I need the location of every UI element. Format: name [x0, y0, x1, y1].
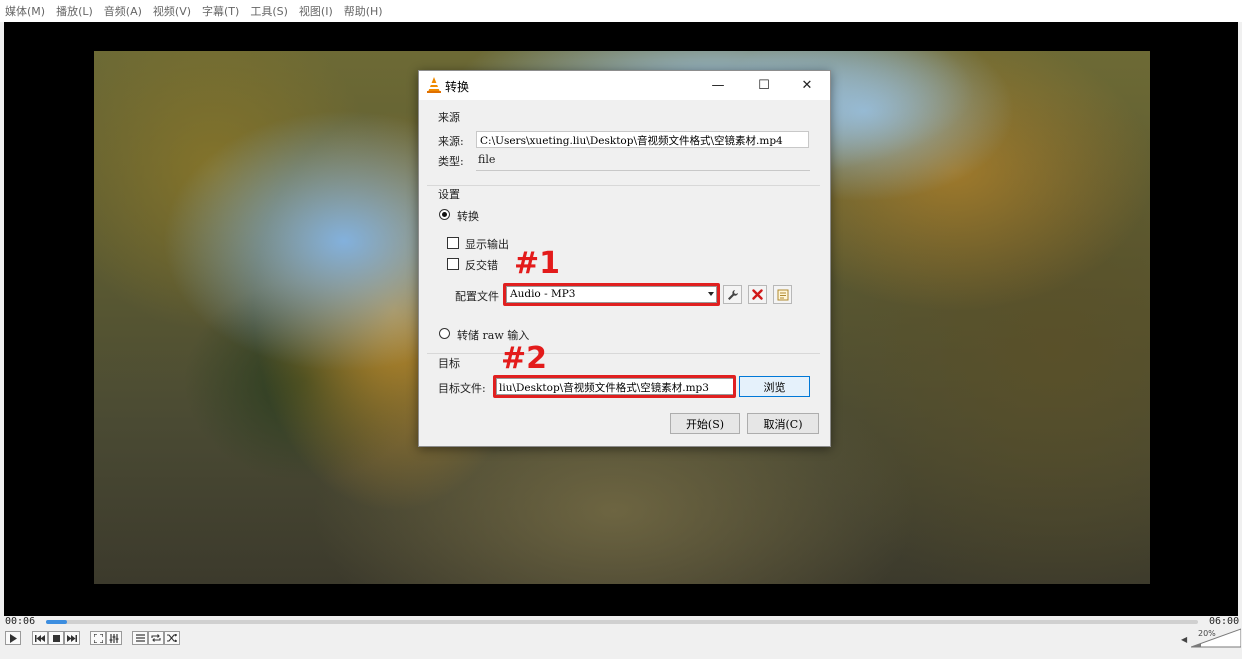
dest-label: 目标文件: [438, 382, 486, 395]
dialog-title: 转换 [445, 80, 470, 94]
cancel-button[interactable]: 取消(C) [747, 413, 819, 434]
delete-icon [752, 289, 763, 300]
menu-view[interactable]: 视图(I) [293, 3, 338, 19]
profile-label: 配置文件 [455, 290, 499, 303]
highlight-box-2 [493, 375, 736, 398]
playlist-button[interactable] [132, 631, 148, 645]
wrench-icon [727, 289, 738, 300]
elapsed-time: 00:06 [5, 616, 36, 627]
deinterlace-checkbox[interactable] [447, 258, 459, 270]
volume-percent: 20% [1198, 629, 1216, 638]
next-icon [67, 634, 77, 642]
convert-radio-label: 转换 [457, 210, 479, 223]
fullscreen-icon [93, 633, 103, 643]
source-path-field[interactable]: C:\Users\xueting.liu\Desktop\音视频文件格式\空镜素… [476, 131, 809, 148]
convert-radio[interactable] [439, 209, 450, 220]
play-icon [10, 633, 17, 643]
type-value: file [478, 153, 496, 166]
new-profile-icon [777, 289, 788, 300]
edit-profile-button[interactable] [723, 285, 742, 304]
annotation-2: #2 [501, 341, 548, 376]
seek-progress [46, 620, 67, 624]
menu-bar: 媒体(M) 播放(L) 音频(A) 视频(V) 字幕(T) 工具(S) 视图(I… [0, 0, 1242, 22]
close-button[interactable]: ✕ [784, 71, 830, 100]
playlist-icon [135, 634, 145, 642]
menu-subtitle[interactable]: 字幕(T) [196, 3, 244, 19]
dialog-titlebar[interactable]: 转换 — ☐ ✕ [419, 71, 830, 100]
highlight-box-1 [503, 283, 720, 306]
maximize-button[interactable]: ☐ [741, 71, 787, 100]
play-button[interactable] [5, 631, 21, 645]
source-group-title: 来源 [438, 111, 460, 124]
menu-tools[interactable]: 工具(S) [244, 3, 293, 19]
equalizer-icon [109, 633, 119, 643]
menu-media[interactable]: 媒体(M) [0, 3, 50, 19]
next-button[interactable] [64, 631, 80, 645]
shuffle-icon [167, 634, 177, 642]
prev-button[interactable] [32, 631, 48, 645]
target-group-title: 目标 [438, 357, 460, 370]
deinterlace-label: 反交错 [465, 259, 498, 272]
menu-help[interactable]: 帮助(H) [338, 3, 388, 19]
menu-playback[interactable]: 播放(L) [50, 3, 98, 19]
source-label: 来源: [438, 135, 464, 148]
total-time: 06:00 [1209, 616, 1240, 627]
dump-raw-radio[interactable] [439, 328, 450, 339]
delete-profile-button[interactable] [748, 285, 767, 304]
control-bar: 00:06 06:00 ◀ 20% [0, 616, 1242, 659]
shuffle-button[interactable] [164, 631, 180, 645]
annotation-1: #1 [514, 246, 561, 281]
convert-dialog: 转换 — ☐ ✕ 来源 来源: C:\Users\xueting.liu\Des… [418, 70, 831, 447]
speaker-icon[interactable]: ◀ [1181, 635, 1187, 644]
minimize-button[interactable]: — [695, 71, 741, 100]
browse-button[interactable]: 浏览 [739, 376, 810, 397]
stop-icon [52, 634, 60, 642]
loop-button[interactable] [148, 631, 164, 645]
equalizer-button[interactable] [106, 631, 122, 645]
menu-video[interactable]: 视频(V) [147, 3, 196, 19]
fullscreen-button[interactable] [90, 631, 106, 645]
settings-group-title: 设置 [438, 188, 460, 201]
vlc-cone-icon [427, 77, 441, 93]
seek-bar[interactable] [46, 620, 1198, 624]
show-output-label: 显示输出 [465, 238, 509, 251]
prev-icon [35, 634, 45, 642]
new-profile-button[interactable] [773, 285, 792, 304]
source-divider [476, 170, 810, 171]
show-output-checkbox[interactable] [447, 237, 459, 249]
menu-audio[interactable]: 音频(A) [98, 3, 147, 19]
start-button[interactable]: 开始(S) [670, 413, 740, 434]
type-label: 类型: [438, 155, 464, 168]
stop-button[interactable] [48, 631, 64, 645]
loop-icon [151, 634, 161, 642]
